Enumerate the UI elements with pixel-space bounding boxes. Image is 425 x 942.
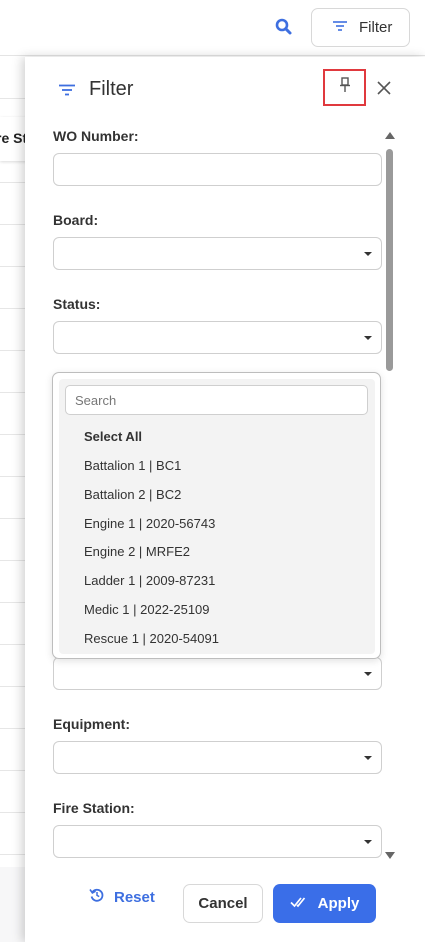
caret-down-icon xyxy=(364,672,372,676)
caret-down-icon xyxy=(364,756,372,760)
pin-button[interactable] xyxy=(323,69,366,106)
dropdown-option[interactable]: Medic 1 | 2022-25109 xyxy=(84,602,210,617)
dropdown-option[interactable]: Engine 1 | 2020-56743 xyxy=(84,516,215,531)
filter-button-label: Filter xyxy=(359,19,393,36)
reset-icon xyxy=(89,887,105,907)
cancel-button-label: Cancel xyxy=(198,895,248,912)
equipment-select[interactable] xyxy=(53,741,382,774)
scrollbar-thumb[interactable] xyxy=(386,149,393,371)
panel-title: Filter xyxy=(89,78,134,100)
dropdown-option[interactable]: Battalion 1 | BC1 xyxy=(84,458,181,473)
caret-down-icon xyxy=(364,840,372,844)
fire-station-label: Fire Station: xyxy=(53,800,135,816)
wo-number-label: WO Number: xyxy=(53,128,139,144)
status-label: Status: xyxy=(53,296,101,312)
scroll-down-arrow[interactable] xyxy=(385,852,395,859)
close-icon[interactable] xyxy=(375,79,393,97)
apply-button[interactable]: Apply xyxy=(273,884,376,923)
dropdown-list: Select All Battalion 1 | BC1 Battalion 2… xyxy=(59,379,375,654)
fire-station-select[interactable] xyxy=(53,825,382,858)
equipment-label: Equipment: xyxy=(53,716,130,732)
cancel-button[interactable]: Cancel xyxy=(183,884,263,923)
reset-button-label: Reset xyxy=(114,888,155,906)
apply-button-label: Apply xyxy=(317,895,360,912)
top-bar: Filter xyxy=(0,0,425,56)
dropdown-option[interactable]: Ladder 1 | 2009-87231 xyxy=(84,573,215,588)
apparatus-select[interactable] xyxy=(53,657,382,690)
scroll-up-arrow[interactable] xyxy=(385,132,395,139)
board-select[interactable] xyxy=(53,237,382,270)
panel-header: Filter xyxy=(25,57,425,121)
pin-icon xyxy=(339,77,351,98)
select-all-option[interactable]: Select All xyxy=(84,429,142,444)
board-label: Board: xyxy=(53,212,99,228)
panel-footer: Reset Cancel Apply xyxy=(25,877,425,937)
caret-down-icon xyxy=(364,252,372,256)
filter-lines-icon xyxy=(333,19,347,37)
wo-number-input[interactable] xyxy=(53,153,382,186)
filter-panel: Filter WO Number: Board: Status: Equipme… xyxy=(25,57,425,942)
dropdown-option[interactable]: Rescue 1 | 2020-54091 xyxy=(84,631,219,646)
filter-lines-icon xyxy=(59,83,75,101)
dropdown-popup: Select All Battalion 1 | BC1 Battalion 2… xyxy=(52,372,381,659)
dropdown-search-input[interactable] xyxy=(65,385,368,415)
dropdown-option[interactable]: Battalion 2 | BC2 xyxy=(84,487,181,502)
status-select[interactable] xyxy=(53,321,382,354)
filter-button[interactable]: Filter xyxy=(311,8,410,47)
double-check-icon xyxy=(290,895,308,912)
dropdown-option[interactable]: Engine 2 | MRFE2 xyxy=(84,544,190,559)
reset-button[interactable]: Reset xyxy=(89,887,155,907)
caret-down-icon xyxy=(364,336,372,340)
search-icon[interactable] xyxy=(274,17,294,37)
